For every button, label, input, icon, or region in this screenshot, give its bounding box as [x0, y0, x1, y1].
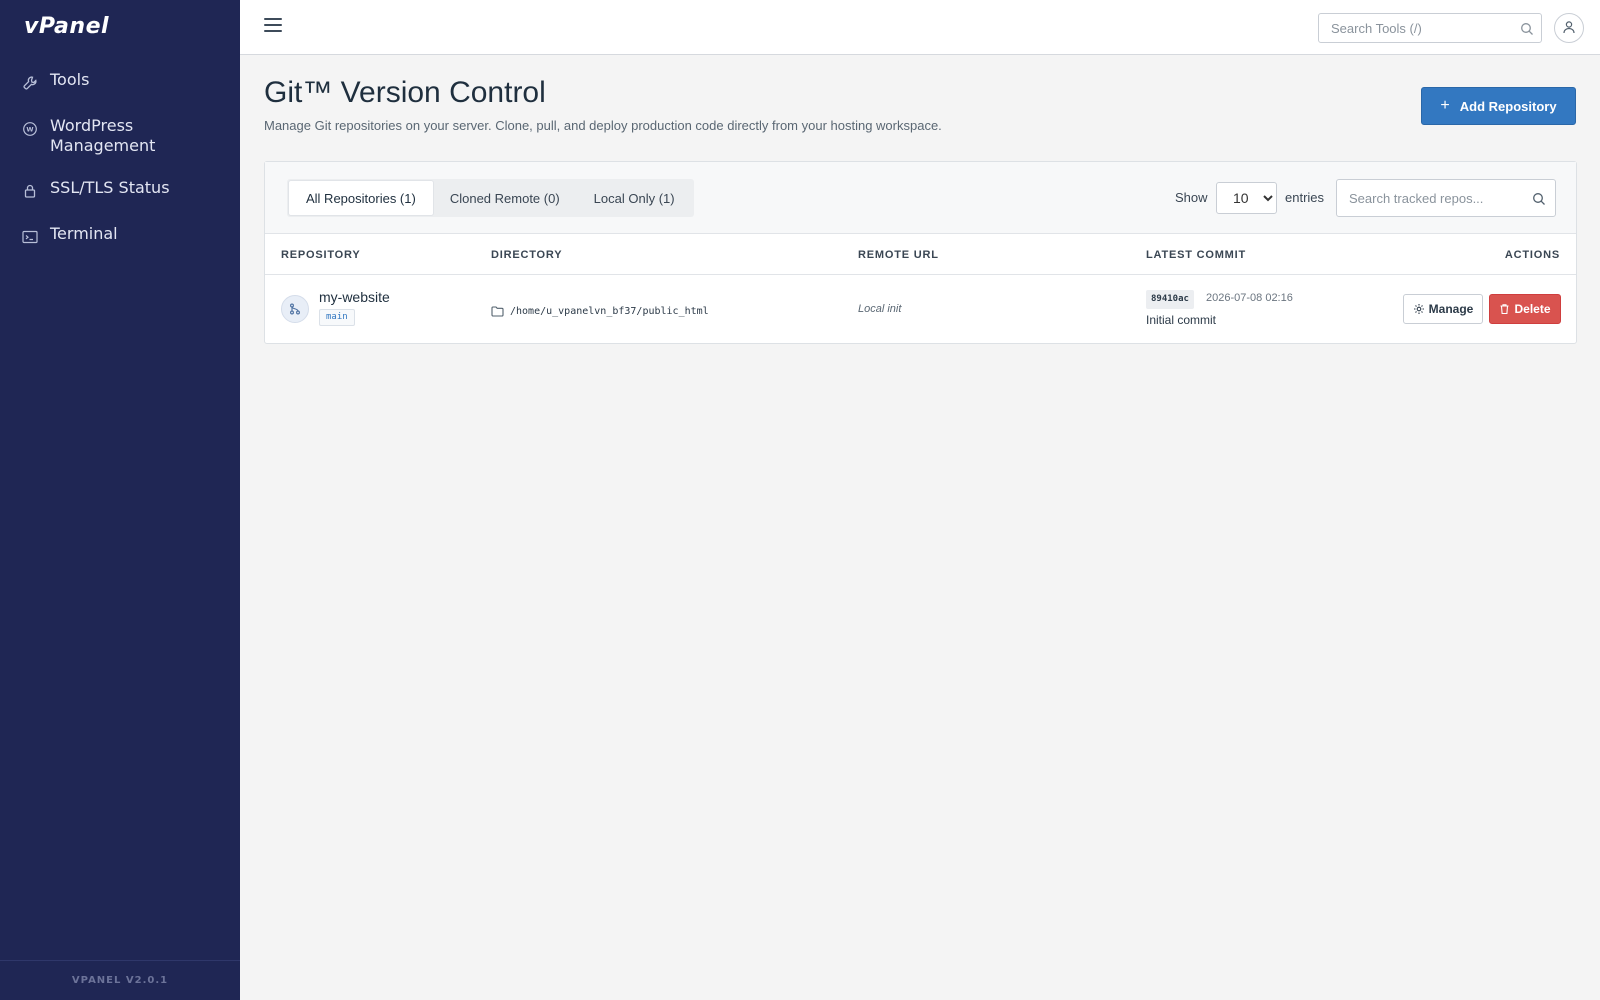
- column-header-actions: ACTIONS: [1504, 249, 1560, 261]
- sidebar: vPanel Tools W WordPress Management SSL/…: [0, 0, 240, 1000]
- sidebar-item-label: WordPress Management: [50, 116, 156, 155]
- terminal-icon: [20, 226, 40, 248]
- repositories-panel: All Repositories (1) Cloned Remote (0) L…: [264, 161, 1577, 344]
- folder-icon: [491, 302, 504, 321]
- entries-label: entries: [1285, 190, 1325, 205]
- search-icon[interactable]: [1520, 21, 1534, 40]
- plus-icon: +: [1440, 97, 1450, 114]
- table-row: my-website main /home/u_vpanelvn_bf37/pu…: [265, 275, 1576, 343]
- sidebar-item-ssl-tls[interactable]: SSL/TLS Status: [0, 174, 240, 206]
- commit-message: Initial commit: [1146, 313, 1217, 327]
- trash-icon: [1499, 303, 1510, 315]
- remote-url: Local init: [858, 303, 902, 315]
- directory-path: /home/u_vpanelvn_bf37/public_html: [510, 306, 709, 317]
- sidebar-item-label: SSL/TLS Status: [50, 178, 170, 197]
- repository-name[interactable]: my-website: [319, 289, 390, 305]
- wordpress-icon: W: [20, 118, 40, 140]
- manage-button[interactable]: Manage: [1403, 294, 1483, 324]
- commit-hash: 89410ac: [1146, 290, 1194, 309]
- sidebar-item-label: Terminal: [50, 224, 118, 243]
- sidebar-item-wordpress[interactable]: W WordPress Management: [0, 112, 240, 160]
- vpanel-logo[interactable]: vPanel: [24, 14, 109, 39]
- gear-icon: [1413, 303, 1425, 315]
- sidebar-item-tools[interactable]: Tools: [0, 66, 240, 98]
- sidebar-item-label: Tools: [50, 70, 90, 89]
- column-header-repository: REPOSITORY: [281, 249, 361, 261]
- manage-label: Manage: [1428, 302, 1474, 316]
- repo-search-input[interactable]: [1337, 180, 1522, 216]
- tools-search: [1318, 13, 1542, 43]
- version-label: VPANEL V2.0.1: [0, 960, 240, 1000]
- column-header-latest-commit: LATEST COMMIT: [1146, 249, 1247, 261]
- tab-local-only[interactable]: Local Only (1): [577, 181, 692, 215]
- wrench-icon: [20, 72, 40, 94]
- repository-filter-tabs: All Repositories (1) Cloned Remote (0) L…: [287, 179, 694, 217]
- git-branch-icon: [281, 295, 309, 323]
- branch-badge: main: [319, 309, 355, 326]
- page-title: Git™ Version Control: [264, 76, 546, 109]
- add-repository-label: Add Repository: [1459, 98, 1557, 114]
- user-icon: [1562, 19, 1576, 38]
- show-label: Show: [1175, 190, 1208, 205]
- repo-search: [1336, 179, 1556, 217]
- panel-toolbar: All Repositories (1) Cloned Remote (0) L…: [265, 162, 1576, 234]
- column-header-directory: DIRECTORY: [491, 249, 563, 261]
- sidebar-item-terminal[interactable]: Terminal: [0, 220, 240, 252]
- menu-toggle-icon[interactable]: [264, 18, 282, 34]
- add-repository-button[interactable]: + Add Repository: [1421, 87, 1576, 125]
- commit-date: 2026-07-08 02:16: [1206, 292, 1293, 304]
- delete-label: Delete: [1514, 302, 1551, 316]
- user-menu-button[interactable]: [1554, 13, 1584, 43]
- tab-all-repositories[interactable]: All Repositories (1): [289, 181, 433, 215]
- svg-text:W: W: [26, 126, 33, 134]
- tab-cloned-remote[interactable]: Cloned Remote (0): [433, 181, 577, 215]
- entries-per-page-select[interactable]: 102550100: [1216, 182, 1277, 214]
- lock-icon: [20, 180, 40, 202]
- column-header-remote-url: REMOTE URL: [858, 249, 939, 261]
- tools-search-input[interactable]: [1319, 14, 1509, 42]
- delete-button[interactable]: Delete: [1489, 294, 1561, 324]
- sidebar-nav: Tools W WordPress Management SSL/TLS Sta…: [0, 66, 240, 266]
- topbar: [240, 0, 1600, 55]
- directory-cell: /home/u_vpanelvn_bf37/public_html: [491, 302, 709, 321]
- search-icon[interactable]: [1532, 191, 1546, 210]
- page-description: Manage Git repositories on your server. …: [264, 118, 942, 133]
